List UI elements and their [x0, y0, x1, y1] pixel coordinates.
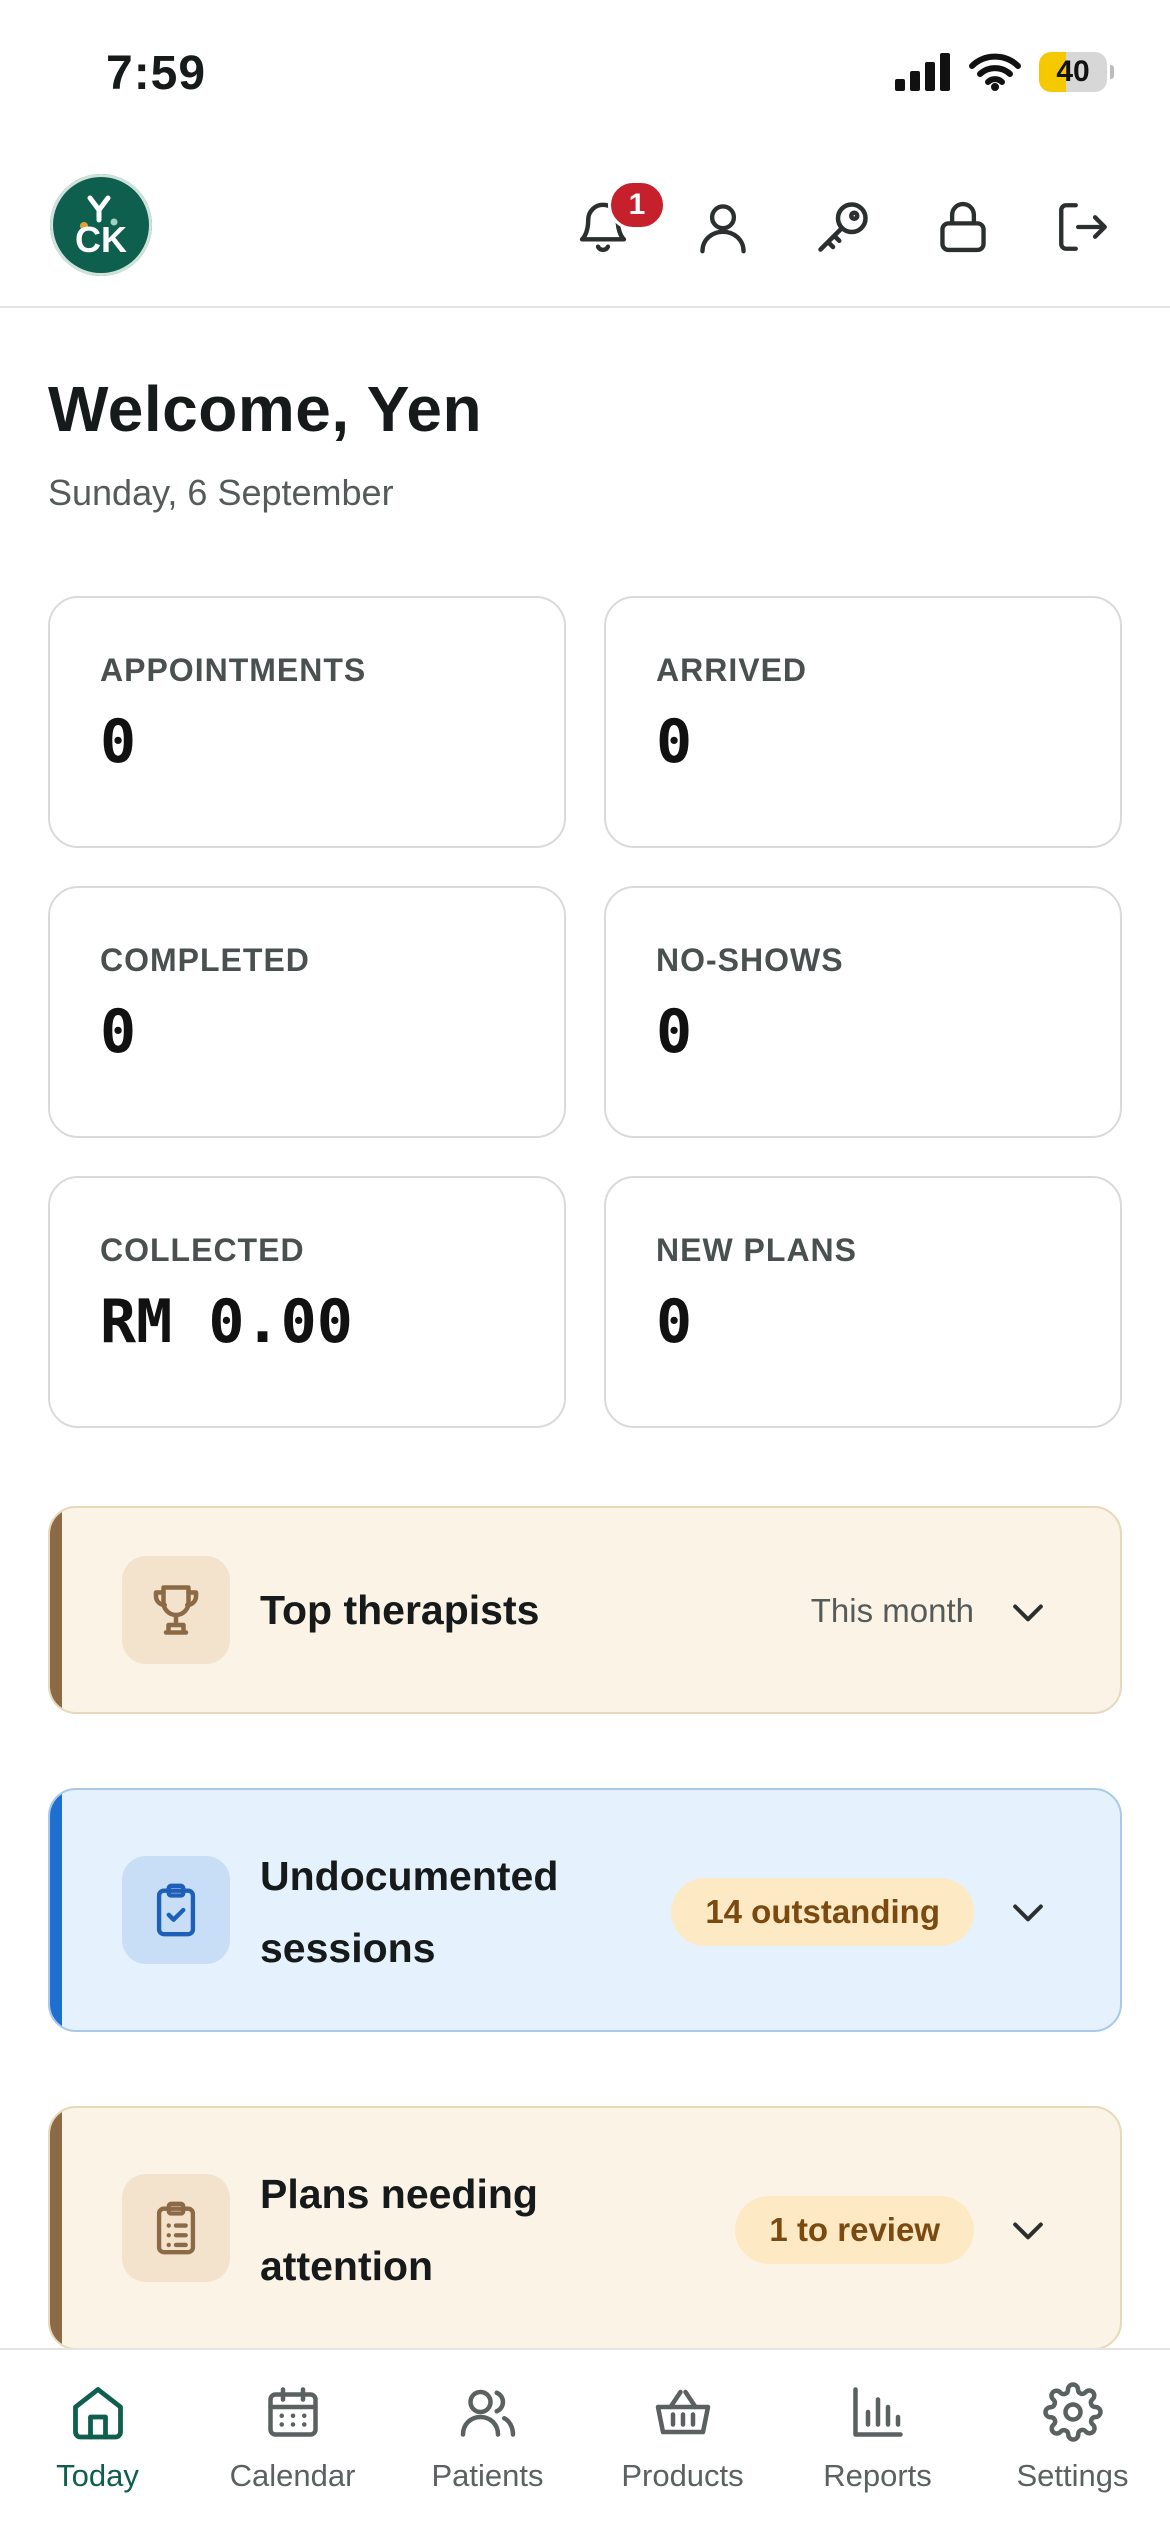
lock-icon	[940, 201, 986, 253]
period-selector[interactable]: This month	[811, 1592, 974, 1630]
profile-button[interactable]	[684, 188, 762, 266]
chevron-down-icon[interactable]	[1006, 1590, 1050, 1634]
stat-card-collected[interactable]: COLLECTED RM 0.00	[48, 1176, 566, 1428]
nav-item-reports[interactable]: Reports	[780, 2350, 975, 2534]
battery-text: 40	[1056, 55, 1090, 88]
lock-button[interactable]	[924, 188, 1002, 266]
home-icon	[72, 2387, 123, 2440]
wifi-icon	[969, 53, 1021, 91]
panel-icon-box	[122, 2174, 230, 2282]
stat-label: NO-SHOWS	[656, 942, 844, 978]
stat-value: RM 0.00	[100, 1287, 353, 1357]
change-password-button[interactable]	[804, 188, 882, 266]
panel-title: Undocumented sessions	[260, 1840, 558, 1984]
calendar-icon	[267, 2387, 318, 2437]
status-bar: 7:59 40	[0, 0, 1170, 150]
panel-title-line: sessions	[260, 1925, 436, 1971]
gear-icon	[1042, 2382, 1103, 2442]
panel-accent	[50, 1508, 62, 1712]
stat-value: 0	[656, 1287, 693, 1357]
nav-label: Today	[56, 2458, 139, 2493]
nav-item-products[interactable]: Products	[585, 2350, 780, 2534]
stat-value: 0	[100, 997, 137, 1067]
chevron-down-icon[interactable]	[1006, 2208, 1050, 2252]
stat-label: COLLECTED	[100, 1232, 305, 1268]
bar-chart-icon	[852, 2387, 903, 2437]
nav-label: Calendar	[229, 2458, 356, 2493]
stat-value: 0	[100, 707, 137, 777]
panel-title-line: Undocumented	[260, 1853, 559, 1899]
chevron-down-icon[interactable]	[1006, 1890, 1050, 1934]
trophy-icon	[153, 1585, 199, 1635]
status-icons: 40	[895, 52, 1114, 92]
stat-card-appointments[interactable]: APPOINTMENTS 0	[48, 596, 566, 848]
notifications-button[interactable]: 1	[564, 180, 666, 266]
status-time: 7:59	[106, 47, 207, 100]
users-icon	[460, 2389, 515, 2437]
stat-label: ARRIVED	[656, 652, 808, 688]
battery-indicator: 40	[1039, 52, 1114, 92]
nav-item-patients[interactable]: Patients	[390, 2350, 585, 2534]
page-title: Welcome, Yen	[48, 373, 483, 445]
clipboard-check-icon	[156, 1883, 196, 1937]
logo-mark: CK	[75, 195, 127, 260]
undocumented-sessions-panel[interactable]: Undocumented sessions 14 outstanding	[48, 1788, 1122, 2032]
plans-needing-attention-panel[interactable]: Plans needing attention 1 to review	[48, 2106, 1122, 2350]
nav-item-today[interactable]: Today	[0, 2350, 195, 2534]
logo-text: CK	[75, 219, 127, 260]
stat-card-completed[interactable]: COMPLETED 0	[48, 886, 566, 1138]
stat-card-new-plans[interactable]: NEW PLANS 0	[604, 1176, 1122, 1428]
stat-label: APPOINTMENTS	[100, 652, 367, 688]
nav-label: Patients	[431, 2458, 544, 2493]
basket-icon	[655, 2389, 710, 2435]
user-icon	[700, 204, 746, 254]
signal-icon	[895, 53, 950, 91]
app-header: CK 1	[0, 150, 1170, 308]
stat-value: 0	[656, 997, 693, 1067]
panel-accent	[50, 2108, 62, 2348]
key-icon	[818, 202, 868, 252]
review-badge: 1 to review	[735, 2196, 974, 2264]
current-date: Sunday, 6 September	[48, 472, 394, 513]
nav-item-settings[interactable]: Settings	[975, 2350, 1170, 2534]
panel-icon-box	[122, 1856, 230, 1964]
panel-title: Top therapists	[260, 1587, 540, 1633]
logout-button[interactable]	[1044, 188, 1122, 266]
top-therapists-panel[interactable]: Top therapists This month	[48, 1506, 1122, 1714]
outstanding-badge: 14 outstanding	[671, 1878, 974, 1946]
stat-value: 0	[656, 707, 693, 777]
stat-label: NEW PLANS	[656, 1232, 857, 1268]
clipboard-list-icon	[156, 2201, 196, 2255]
nav-label: Reports	[823, 2458, 932, 2493]
nav-label: Settings	[1016, 2458, 1129, 2493]
panel-title-line: Plans needing	[260, 2171, 538, 2217]
header-actions: 1	[564, 180, 1122, 266]
stat-card-no-shows[interactable]: NO-SHOWS 0	[604, 886, 1122, 1138]
panel-title-line: attention	[260, 2243, 434, 2289]
nav-item-calendar[interactable]: Calendar	[195, 2350, 390, 2534]
bottom-navigation: Today Calendar Patients Products Reports	[0, 2348, 1170, 2534]
stats-grid: APPOINTMENTS 0 ARRIVED 0 COMPLETED 0 NO-…	[48, 596, 1122, 1428]
panel-accent	[50, 1790, 62, 2030]
panel-icon-box	[122, 1556, 230, 1664]
nav-label: Products	[621, 2458, 744, 2493]
notification-badge: 1	[608, 180, 666, 230]
clinic-logo[interactable]: CK	[50, 174, 152, 276]
panel-title: Plans needing attention	[260, 2158, 538, 2302]
stat-label: COMPLETED	[100, 942, 310, 978]
logout-icon	[1059, 203, 1107, 251]
stat-card-arrived[interactable]: ARRIVED 0	[604, 596, 1122, 848]
